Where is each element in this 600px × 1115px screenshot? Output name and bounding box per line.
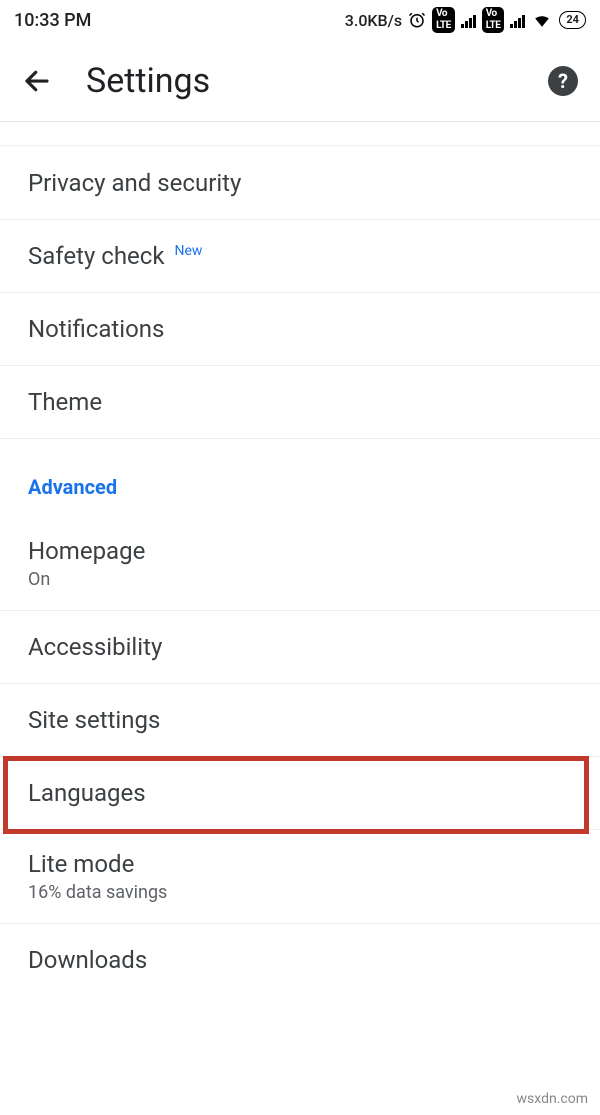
page-title: Settings — [86, 61, 548, 101]
item-label: Downloads — [28, 946, 147, 974]
volte-indicator-1: VoLTE — [432, 7, 455, 33]
item-subtext: On — [28, 569, 572, 590]
status-net-speed: 3.0KB/s — [345, 11, 402, 30]
help-icon[interactable]: ? — [548, 66, 578, 96]
volte-indicator-2: VoLTE — [482, 7, 505, 33]
item-label: Languages — [28, 779, 146, 807]
item-label: Lite mode — [28, 850, 572, 878]
settings-item-privacy[interactable]: Privacy and security — [0, 147, 600, 220]
new-badge: New — [174, 243, 202, 259]
item-label: Accessibility — [28, 633, 162, 661]
battery-indicator: 24 — [559, 11, 586, 29]
signal-bars-1 — [461, 13, 476, 28]
item-label: Privacy and security — [28, 169, 241, 197]
back-icon[interactable] — [22, 66, 52, 96]
wifi-icon — [531, 11, 553, 29]
settings-item-homepage[interactable]: Homepage On — [0, 517, 600, 611]
settings-item-theme[interactable]: Theme — [0, 366, 600, 439]
settings-item-languages[interactable]: Languages — [0, 757, 600, 830]
signal-bars-2 — [510, 13, 525, 28]
status-indicators: 3.0KB/s VoLTE VoLTE 24 — [345, 7, 586, 33]
status-bar: 10:33 PM 3.0KB/s VoLTE VoLTE 24 — [0, 0, 600, 40]
settings-item-notifications[interactable]: Notifications — [0, 293, 600, 366]
item-label: Homepage — [28, 537, 572, 565]
alarm-icon — [408, 11, 426, 29]
settings-item-downloads[interactable]: Downloads — [0, 924, 600, 996]
section-label-advanced: Advanced — [0, 439, 600, 517]
item-label: Notifications — [28, 315, 164, 343]
settings-item-site-settings[interactable]: Site settings — [0, 684, 600, 757]
item-label: Site settings — [28, 706, 160, 734]
settings-item-safety-check[interactable]: Safety check New — [0, 220, 600, 293]
app-bar: Settings ? — [0, 40, 600, 122]
settings-list: Privacy and security Safety check New No… — [0, 146, 600, 996]
settings-item-lite-mode[interactable]: Lite mode 16% data savings — [0, 830, 600, 924]
watermark: wsxdn.com — [517, 1091, 588, 1107]
status-time: 10:33 PM — [14, 10, 91, 31]
item-subtext: 16% data savings — [28, 882, 572, 903]
item-label: Theme — [28, 388, 102, 416]
item-label: Safety check — [28, 242, 165, 270]
settings-item-accessibility[interactable]: Accessibility — [0, 611, 600, 684]
top-gap — [0, 122, 600, 146]
